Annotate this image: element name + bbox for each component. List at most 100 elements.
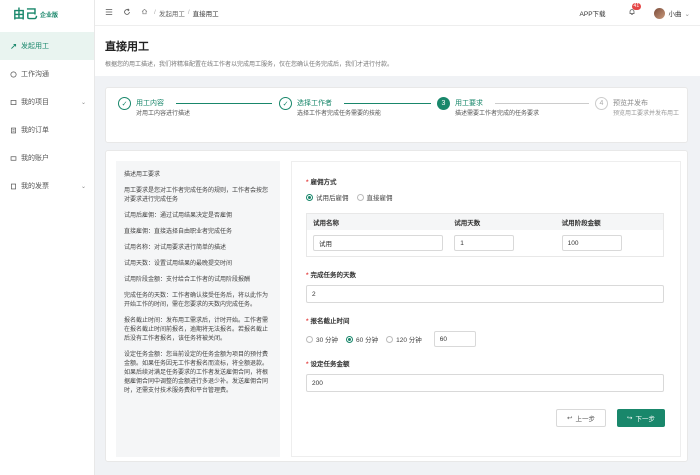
sidebar-item-label: 我的账户 <box>21 155 49 162</box>
radio-direct-hire[interactable]: 直接雇佣 <box>356 192 393 202</box>
order-icon <box>10 127 17 134</box>
help-sidebar: 描述用工要求 用工要求是您对工作者完成任务的规则，工作者会按您对要求进行完成任务… <box>116 161 280 457</box>
step-connector <box>344 103 431 104</box>
step-title: 用工内容 <box>136 100 164 107</box>
logo-edition: 企业版 <box>40 12 59 19</box>
deadline-radio-group: 30 分钟 60 分钟 120 分钟 60 <box>306 331 668 347</box>
column-header: 试用名称 <box>313 220 339 227</box>
sidebar-item-label: 我的订单 <box>21 127 49 134</box>
help-paragraph: 报名截止时间：发布用工需求后，计时开始。工作者需在报名截止时间前报名，逾期将无法… <box>124 318 269 342</box>
page-description: 根据您的用工描述，我们将精准配置在线工作者以完成用工服务，仅在您确认任务完成后，… <box>105 62 394 68</box>
radio-button[interactable] <box>346 335 354 343</box>
days-label: * 完成任务的天数 <box>306 272 357 279</box>
bell-icon[interactable]: 41 <box>628 3 642 18</box>
chat-icon <box>10 70 17 78</box>
sidebar-item-label: 发起用工 <box>21 43 49 50</box>
breadcrumb-separator: / <box>154 9 156 16</box>
radio-120min[interactable]: 120 分钟 <box>386 334 422 344</box>
deadline-label: * 报名截止时间 <box>306 318 350 325</box>
project-icon <box>10 99 17 106</box>
column-header: 试用天数 <box>454 220 481 227</box>
help-paragraph: 直接雇佣：直接选择自由职业者完成任务 <box>124 229 233 235</box>
help-paragraph: 试用天数：设置试用结果的最晚提交时间 <box>124 261 233 267</box>
topbar-right: APP下载 41 小曲 ⌄ <box>580 0 690 26</box>
step-desc: 对用工内容进行描述 <box>136 111 191 117</box>
sidebar-item-invoice[interactable]: 我的发票 ⌄ <box>0 172 94 200</box>
step-desc: 描述需要工作者完成的任务要求 <box>455 111 540 117</box>
breadcrumb-separator: / <box>187 9 190 16</box>
breadcrumb: / 发起用工 / 直接用工 <box>141 8 219 18</box>
hire-form: * 雇佣方式 试用后雇佣 直接雇佣 试用名称 试用天数 试用阶段金额 试用 1 1… <box>291 161 681 457</box>
page-title: 直接用工 <box>105 41 149 53</box>
chevron-down-icon: ⌄ <box>80 99 86 106</box>
hire-mode-label: * 雇佣方式 <box>306 179 337 186</box>
radio-button[interactable] <box>306 335 313 343</box>
logo[interactable]: 由己 企业版 <box>0 0 94 26</box>
sidebar-item-account[interactable]: 我的账户 <box>0 144 94 172</box>
step-title: 选择工作者 <box>297 100 332 107</box>
radio-trial-hire[interactable]: 试用后雇佣 <box>306 192 349 202</box>
breadcrumb-current: 直接用工 <box>192 10 219 18</box>
sidebar-item-hire[interactable]: 发起用工 <box>0 32 94 60</box>
amount-input[interactable]: 200 <box>306 374 664 392</box>
hire-icon <box>10 43 17 50</box>
table-header: 试用名称 试用天数 试用阶段金额 <box>307 214 663 230</box>
radio-60min[interactable]: 60 分钟 <box>346 334 378 344</box>
radio-button[interactable] <box>306 193 313 201</box>
trial-table: 试用名称 试用天数 试用阶段金额 试用 1 100 <box>306 213 664 257</box>
sidebar-item-orders[interactable]: 我的订单 <box>0 116 94 144</box>
step-number: 3 <box>437 97 450 110</box>
form-panel: 描述用工要求 用工要求是您对工作者完成任务的规则，工作者会按您对要求进行完成任务… <box>105 150 688 462</box>
sidebar-item-projects[interactable]: 我的项目 ⌄ <box>0 88 94 116</box>
next-button[interactable]: ↪ 下一步 <box>617 409 665 427</box>
step-title: 用工要求 <box>455 100 483 107</box>
amount-label: * 设定任务金额 <box>306 361 350 368</box>
radio-button[interactable] <box>386 335 394 343</box>
prev-button[interactable]: ↩ 上一步 <box>556 409 606 427</box>
username: 小曲 <box>668 11 682 18</box>
check-icon: ✓ <box>118 97 131 110</box>
trial-amount-input[interactable]: 100 <box>561 235 622 251</box>
step-number: 4 <box>595 97 608 110</box>
hire-mode-radio-group: 试用后雇佣 直接雇佣 <box>306 192 668 202</box>
sidebar: 由己 企业版 发起用工 工作沟通 我的项目 ⌄ 我的订单 我的账户 我的发票 ⌄ <box>0 0 95 475</box>
breadcrumb-item[interactable]: 发起用工 <box>159 8 185 18</box>
topbar: / 发起用工 / 直接用工 APP下载 41 小曲 ⌄ <box>95 0 700 26</box>
days-input[interactable]: 2 <box>306 285 664 303</box>
home-icon[interactable] <box>141 8 148 17</box>
help-paragraph: 完成任务的天数：工作者确认接受任务后，将以此作为开始工作的时间，需在您要求的天数… <box>124 293 269 308</box>
sidebar-item-chat[interactable]: 工作沟通 <box>0 60 94 88</box>
user-menu[interactable]: 小曲 ⌄ <box>669 8 690 18</box>
notification-badge: 41 <box>631 3 642 10</box>
chevron-down-icon: ⌄ <box>684 11 690 18</box>
refresh-icon[interactable] <box>123 8 131 18</box>
page-header: 直接用工 根据您的用工描述，我们将精准配置在线工作者以完成用工服务，仅在您确认任… <box>95 26 700 76</box>
invoice-icon <box>10 183 17 190</box>
app-download-link[interactable]: APP下载 <box>580 8 606 18</box>
collapse-menu-icon[interactable] <box>105 8 113 18</box>
table-row: 试用 1 100 <box>307 230 663 256</box>
account-icon <box>10 155 17 162</box>
step-connector <box>176 103 272 104</box>
help-paragraph: 试用阶段金额：支付给合工作者的试用阶段报酬 <box>124 277 251 283</box>
sidebar-item-label: 工作沟通 <box>21 71 49 78</box>
sidebar-item-label: 我的项目 <box>21 99 49 106</box>
avatar[interactable] <box>653 7 665 19</box>
step-desc: 预览用工要求并发布用工 <box>613 111 680 117</box>
step-connector <box>495 103 589 104</box>
chevron-down-icon: ⌄ <box>80 183 86 190</box>
step-desc: 选择工作者完成任务需要的技能 <box>297 111 382 117</box>
help-paragraph: 描述用工要求 <box>124 172 161 178</box>
trial-name-input[interactable]: 试用 <box>313 235 443 251</box>
arrow-right-icon: ↪ <box>627 415 633 422</box>
help-paragraph: 试用名称：对试用要求进行简单的描述 <box>124 245 227 251</box>
deadline-custom-input[interactable]: 60 <box>433 331 476 347</box>
help-paragraph: 设定任务金额：您当前设定的任务金额为项目的预付费金额。如果任务因无工作者报名而流… <box>124 352 269 394</box>
radio-button[interactable] <box>356 193 364 201</box>
check-icon: ✓ <box>279 97 292 110</box>
arrow-left-icon: ↩ <box>567 415 573 422</box>
trial-days-input[interactable]: 1 <box>454 235 515 251</box>
radio-30min[interactable]: 30 分钟 <box>306 334 338 344</box>
column-header: 试用阶段金额 <box>561 220 601 227</box>
help-paragraph: 试用后雇佣：通过试用结果决定是否雇佣 <box>124 213 233 219</box>
